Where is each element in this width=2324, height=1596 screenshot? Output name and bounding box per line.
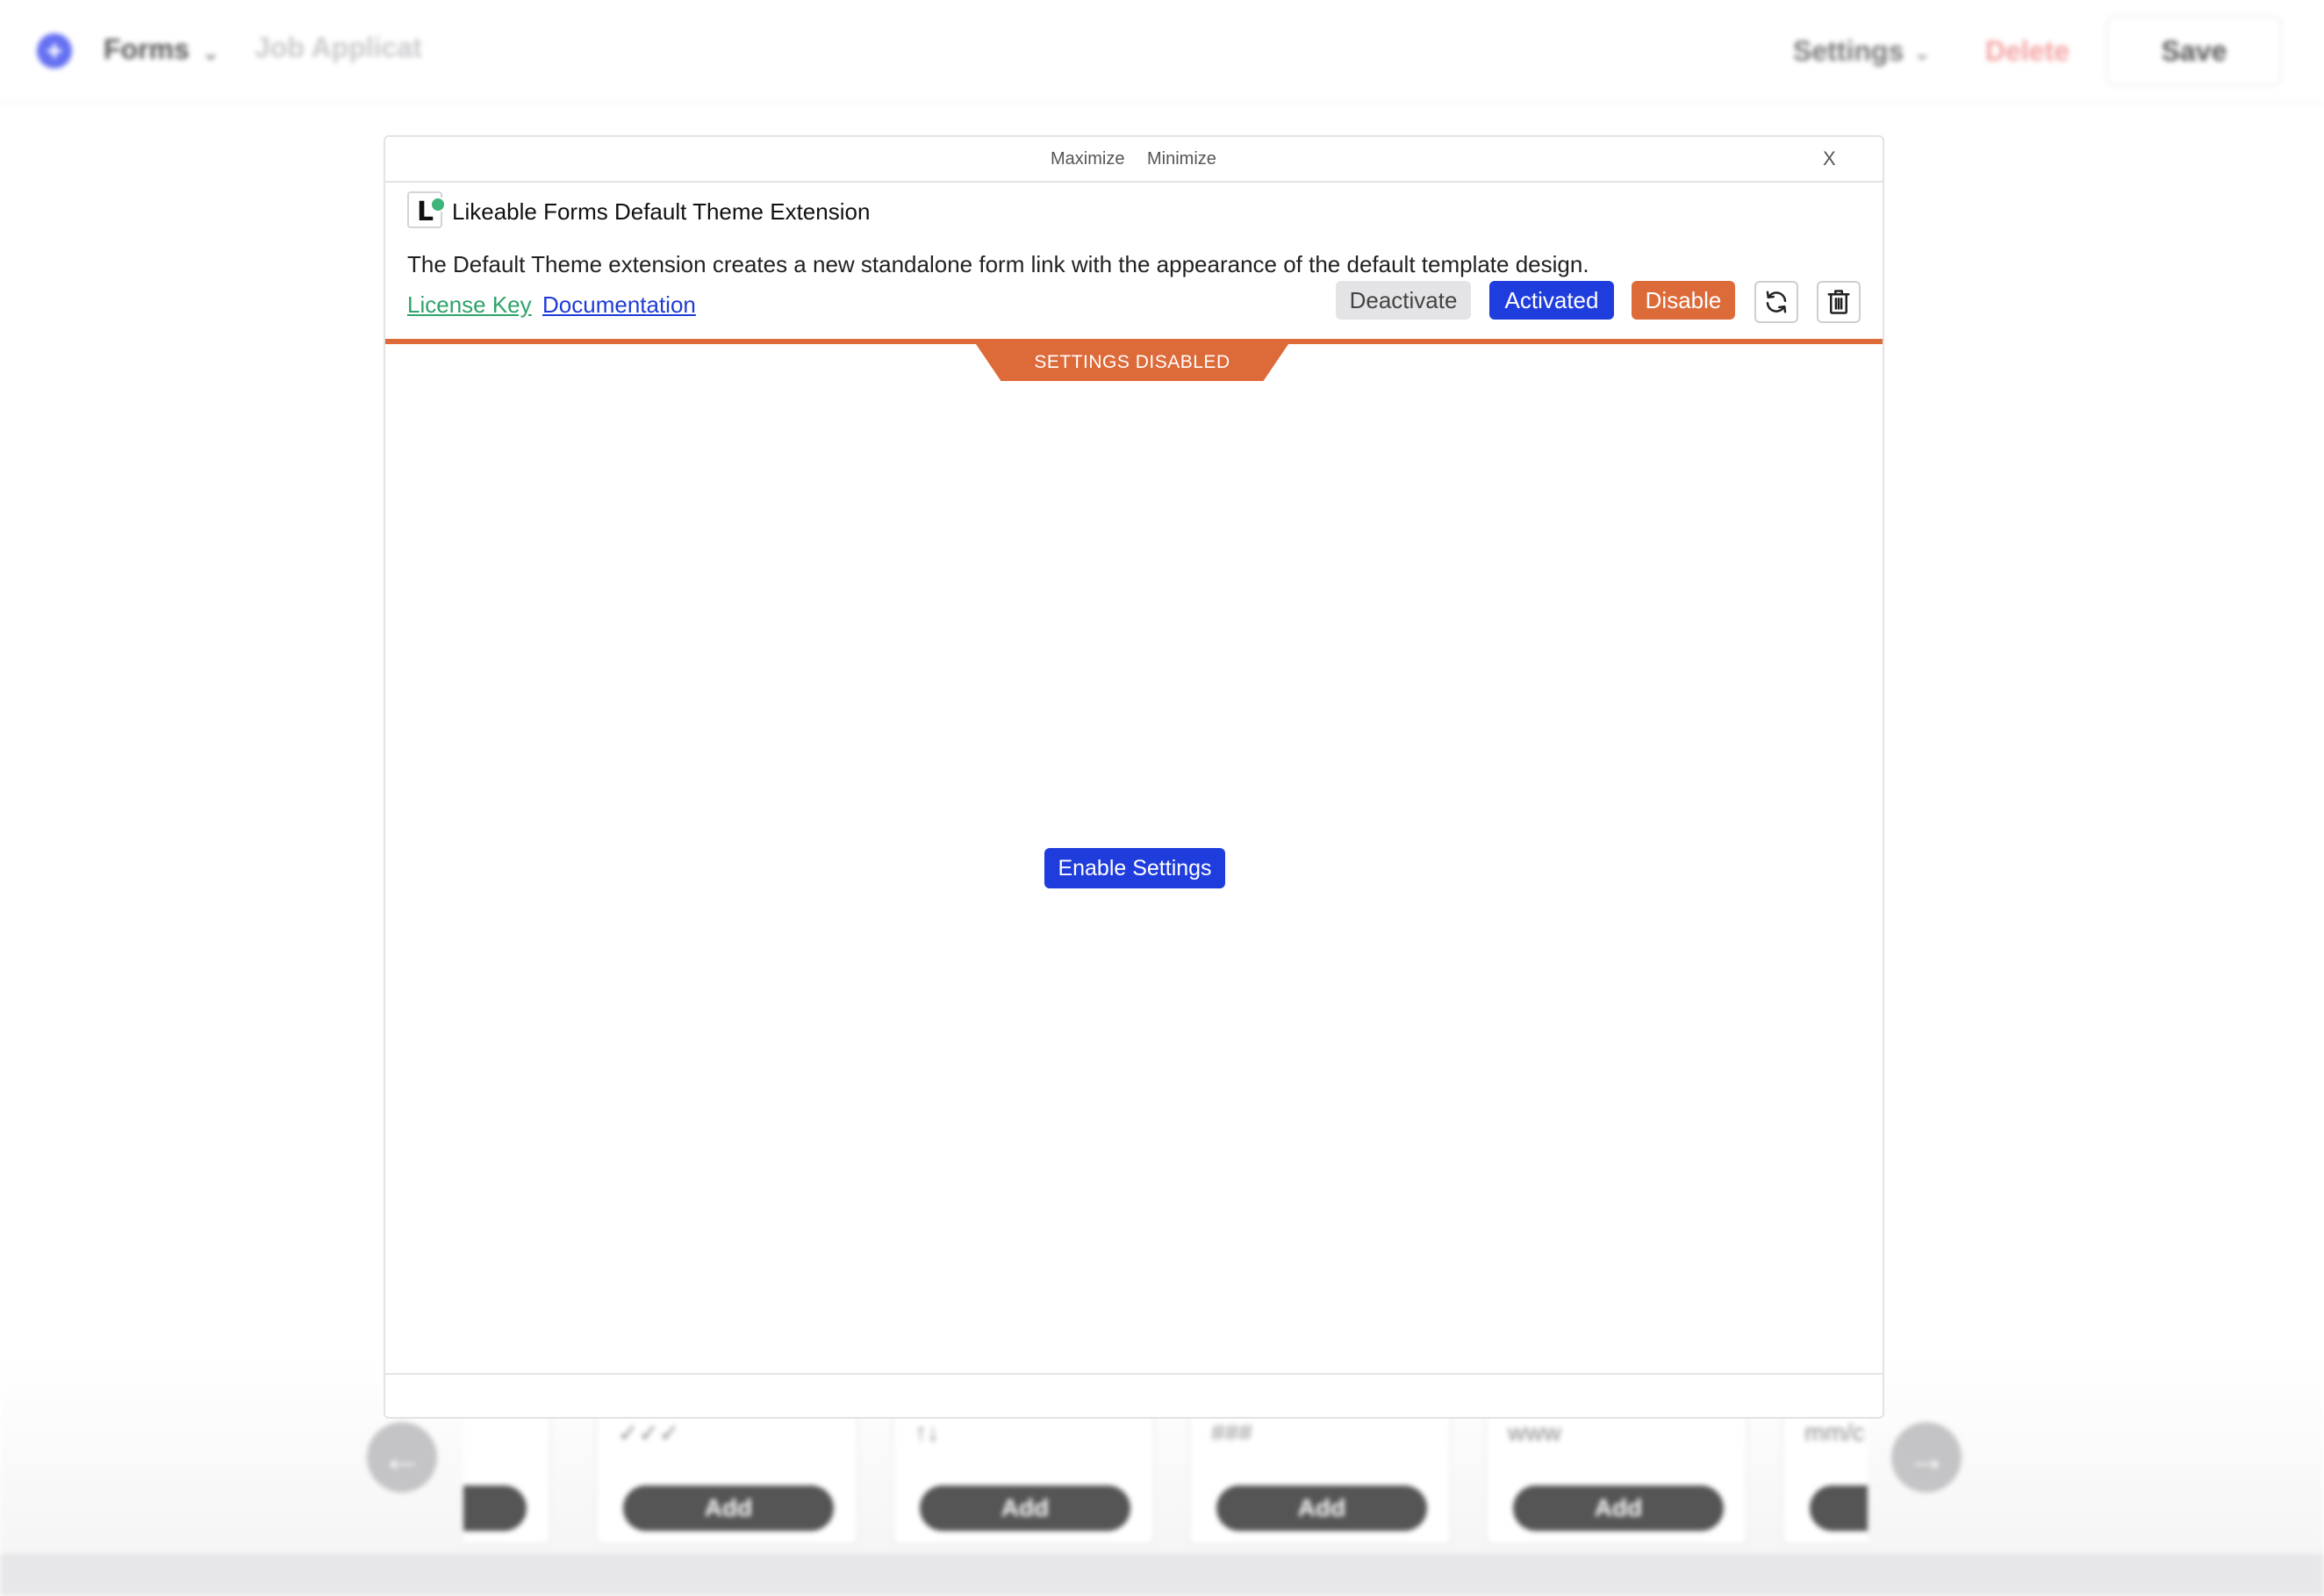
modal-titlebar: Maximize Minimize X: [385, 137, 1883, 183]
settings-menu[interactable]: Settings: [1793, 35, 1904, 68]
disable-button[interactable]: Disable: [1632, 281, 1735, 320]
license-key-link[interactable]: License Key: [407, 291, 532, 319]
extension-title: Likeable Forms Default Theme Extension: [452, 198, 871, 225]
extension-modal: Maximize Minimize X L Likeable Forms Def…: [384, 135, 1884, 1419]
activated-button[interactable]: Activated: [1489, 281, 1614, 320]
app-logo-icon[interactable]: [37, 33, 72, 68]
field-tile: ↑↓ Add: [892, 1405, 1155, 1545]
field-tile: [463, 1405, 551, 1545]
field-tile: ✓✓✓ Add: [595, 1405, 858, 1545]
bottom-strip: [0, 1554, 2324, 1596]
field-tile: www Add: [1485, 1405, 1748, 1545]
refresh-button[interactable]: [1754, 281, 1798, 323]
add-field-button[interactable]: Add: [1513, 1485, 1724, 1531]
field-tile: ### Add: [1188, 1405, 1452, 1545]
extension-logo-icon: L: [407, 191, 446, 228]
form-title-input[interactable]: Job Applicat: [255, 32, 422, 64]
close-button[interactable]: X: [1823, 147, 1836, 170]
number-field-icon: ###: [1211, 1419, 1252, 1446]
refresh-icon: [1766, 291, 1787, 313]
chevron-down-icon: ⌄: [1913, 41, 1932, 65]
date-field-icon: mm/c: [1804, 1419, 1865, 1446]
delete-extension-button[interactable]: [1817, 281, 1861, 323]
settings-disabled-banner: SETTINGS DISABLED: [976, 344, 1288, 381]
add-field-button[interactable]: [463, 1485, 527, 1531]
minimize-button[interactable]: Minimize: [1147, 149, 1216, 169]
add-field-button[interactable]: [1810, 1485, 1868, 1531]
sort-field-icon: ↑↓: [915, 1419, 939, 1446]
chevron-down-icon: ⌄: [202, 41, 220, 65]
modal-footer-divider: [385, 1373, 1883, 1375]
top-navbar: Forms ⌄ Job Applicat Settings ⌄ Delete S…: [0, 0, 2324, 104]
scroll-right-button[interactable]: →: [1891, 1422, 1962, 1492]
scroll-left-button[interactable]: ←: [367, 1422, 437, 1492]
add-field-button[interactable]: Add: [623, 1485, 834, 1531]
status-divider: [385, 339, 1883, 344]
extension-description: The Default Theme extension creates a ne…: [407, 251, 1589, 277]
delete-button[interactable]: Delete: [1985, 35, 2069, 68]
save-button[interactable]: Save: [2106, 16, 2282, 86]
status-dot-icon: [430, 197, 446, 212]
add-field-button[interactable]: Add: [920, 1485, 1130, 1531]
enable-settings-button[interactable]: Enable Settings: [1044, 848, 1225, 888]
maximize-button[interactable]: Maximize: [1051, 149, 1124, 169]
trash-icon: [1827, 290, 1850, 314]
documentation-link[interactable]: Documentation: [542, 291, 696, 319]
checkbox-field-icon: ✓✓✓: [618, 1420, 680, 1447]
deactivate-button[interactable]: Deactivate: [1336, 281, 1471, 320]
forms-menu[interactable]: Forms: [104, 33, 190, 66]
add-field-button[interactable]: Add: [1216, 1485, 1427, 1531]
field-tiles-carousel: ✓✓✓ Add ↑↓ Add ### Add www Add mm/c: [463, 1405, 1868, 1554]
field-tile: mm/c: [1782, 1405, 1868, 1545]
url-field-icon: www: [1508, 1419, 1561, 1446]
